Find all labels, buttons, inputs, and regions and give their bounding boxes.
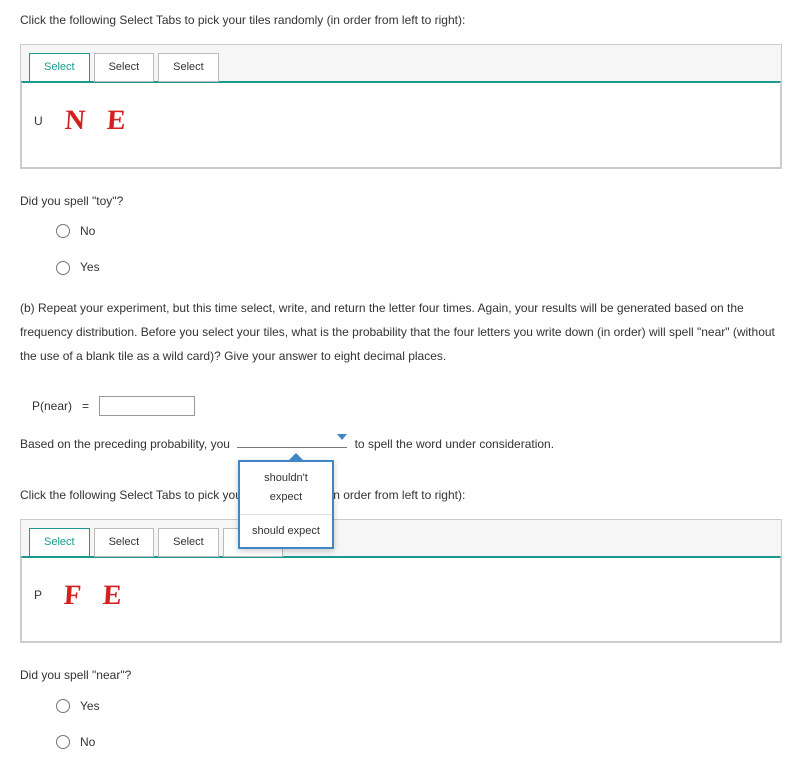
radio-input-near-no[interactable] [56,735,70,749]
radio-label-toy-yes: Yes [80,257,100,277]
radio-toy-no[interactable]: No [56,221,782,241]
tile-1-1: U [34,111,43,131]
select-panel-2: Select Select Select Select P F E [20,519,782,643]
probability-row: P(near) = [32,396,782,416]
panel-body-1: U N E [21,81,781,168]
tabbar-2: Select Select Select Select [29,528,773,557]
expectation-sentence: Based on the preceding probability, you … [20,434,782,454]
radio-label-near-no: No [80,732,95,752]
tab-select-1-2[interactable]: Select [94,53,155,82]
tab-select-1-3[interactable]: Select [158,53,219,82]
tab-select-2-1[interactable]: Select [29,528,90,557]
expectation-select[interactable] [237,434,347,448]
radio-toy-yes[interactable]: Yes [56,257,782,277]
tile-2-3: E [101,572,123,620]
radio-label-toy-no: No [80,221,95,241]
radio-near-no[interactable]: No [56,732,782,752]
select-panel-1: Select Select Select U N E [20,44,782,168]
tile-row-2: P F E [34,572,768,620]
tab-select-2-2[interactable]: Select [94,528,155,557]
tile-row-1: U N E [34,97,768,145]
dropdown-option-should[interactable]: should expect [240,515,332,548]
panel-body-2: P F E [21,556,781,643]
tab-select-1-1[interactable]: Select [29,53,90,82]
prob-label: P(near) [32,396,72,416]
radio-input-near-yes[interactable] [56,699,70,713]
sentence-post: to spell the word under consideration. [351,437,554,451]
tile-1-3: E [105,97,127,145]
radio-input-toy-yes[interactable] [56,261,70,275]
tile-1-2: N [63,97,87,145]
prob-equals: = [82,396,89,416]
radio-group-toy: No Yes [56,221,782,278]
radio-label-near-yes: Yes [80,696,100,716]
question-near: Did you spell "near"? [20,665,782,685]
radio-group-near: Yes No [56,696,782,753]
radio-near-yes[interactable]: Yes [56,696,782,716]
sentence-pre: Based on the preceding probability, you [20,437,233,451]
question-toy: Did you spell "toy"? [20,191,782,211]
tile-2-2: F [62,572,82,620]
tile-2-1: P [34,585,42,605]
tab-select-2-3[interactable]: Select [158,528,219,557]
dropdown-option-shouldnt[interactable]: shouldn't expect [240,462,332,514]
radio-input-toy-no[interactable] [56,224,70,238]
part-b-text: (b) Repeat your experiment, but this tim… [20,296,782,368]
instruction-2: Click the following Select Tabs to pick … [20,485,782,505]
tabbar-1: Select Select Select [29,53,773,82]
chevron-down-icon [337,434,347,440]
expectation-dropdown: shouldn't expect should expect [238,460,334,549]
instruction-1: Click the following Select Tabs to pick … [20,10,782,30]
prob-input[interactable] [99,396,195,416]
